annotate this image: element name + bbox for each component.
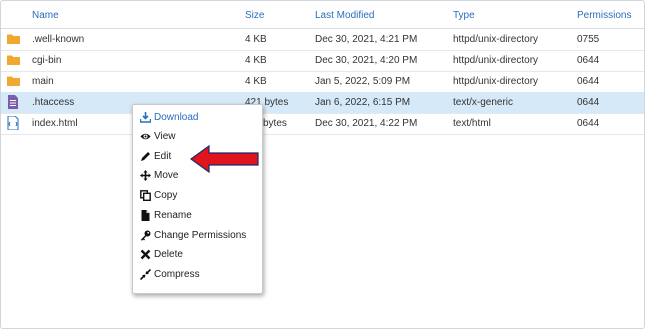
file-permissions: 0755 — [577, 34, 600, 45]
context-menu: Download View Edit Move Copy Rename Chan… — [132, 104, 263, 294]
file-row-main[interactable]: main 4 KB Jan 5, 2022, 5:09 PM httpd/uni… — [1, 71, 644, 93]
file-size: 4 KB — [245, 34, 267, 45]
file-name: main — [32, 76, 54, 87]
menu-item-move[interactable]: Move — [140, 167, 178, 183]
menu-item-download[interactable]: Download — [140, 109, 198, 125]
file-name: .htaccess — [32, 97, 75, 108]
file-row-cgi-bin[interactable]: cgi-bin 4 KB Dec 30, 2021, 4:20 PM httpd… — [1, 50, 644, 72]
red-arrow-annotation — [190, 145, 259, 173]
html-file-icon — [7, 115, 20, 131]
file-modified: Jan 5, 2022, 5:09 PM — [315, 76, 411, 87]
file-modified: Dec 30, 2021, 4:21 PM — [315, 34, 418, 45]
file-type: text/x-generic — [453, 97, 514, 108]
file-modified: Dec 30, 2021, 4:20 PM — [315, 55, 418, 66]
menu-item-label: Rename — [154, 209, 192, 221]
file-type: httpd/unix-directory — [453, 76, 539, 87]
menu-item-label: Move — [154, 169, 179, 181]
column-header-type[interactable]: Type — [453, 10, 475, 21]
menu-item-label: Copy — [154, 189, 178, 201]
folder-icon — [7, 32, 20, 46]
copy-icon — [140, 189, 151, 201]
column-header-name[interactable]: Name — [32, 10, 59, 21]
compress-icon — [140, 268, 151, 280]
file-permissions: 0644 — [577, 76, 600, 87]
column-header-last-modified[interactable]: Last Modified — [315, 10, 374, 21]
file-size: 4 KB — [245, 76, 267, 87]
file-icon — [140, 209, 151, 221]
file-name: cgi-bin — [32, 55, 62, 66]
key-icon — [140, 230, 151, 241]
menu-item-edit[interactable]: Edit — [140, 148, 171, 164]
menu-item-label: Compress — [154, 268, 200, 280]
file-size: bytes — [263, 118, 287, 129]
pencil-icon — [140, 151, 151, 162]
file-row-well-known[interactable]: .well-known 4 KB Dec 30, 2021, 4:21 PM h… — [1, 29, 644, 51]
menu-item-label: Edit — [154, 150, 172, 162]
download-icon — [140, 111, 151, 123]
column-header-permissions[interactable]: Permissions — [577, 10, 631, 21]
file-row-htaccess[interactable]: .htaccess 421 bytes Jan 6, 2022, 6:15 PM… — [1, 92, 644, 114]
menu-item-change-permissions[interactable]: Change Permissions — [140, 227, 246, 243]
file-size: 4 KB — [245, 55, 267, 66]
menu-item-compress[interactable]: Compress — [140, 266, 200, 282]
eye-icon — [140, 131, 151, 142]
file-name: .well-known — [32, 34, 85, 45]
file-name: index.html — [32, 118, 78, 129]
folder-icon — [7, 74, 20, 88]
menu-item-view[interactable]: View — [140, 128, 176, 144]
menu-item-delete[interactable]: Delete — [140, 246, 183, 262]
file-manager-panel: Name Size Last Modified Type Permissions… — [0, 0, 645, 329]
menu-item-label: Download — [154, 111, 199, 123]
menu-item-copy[interactable]: Copy — [140, 187, 177, 203]
menu-item-label: Change Permissions — [154, 229, 247, 241]
menu-item-rename[interactable]: Rename — [140, 207, 192, 223]
file-row-index-html[interactable]: index.html bytes Dec 30, 2021, 4:22 PM t… — [1, 113, 644, 135]
file-type: text/html — [453, 118, 491, 129]
file-modified: Dec 30, 2021, 4:22 PM — [315, 118, 418, 129]
file-permissions: 0644 — [577, 55, 600, 66]
file-permissions: 0644 — [577, 97, 600, 108]
menu-item-label: Delete — [154, 248, 183, 260]
file-permissions: 0644 — [577, 118, 600, 129]
file-modified: Jan 6, 2022, 6:15 PM — [315, 97, 411, 108]
file-table-header: Name Size Last Modified Type Permissions — [1, 1, 644, 29]
folder-icon — [7, 53, 20, 67]
text-file-icon — [7, 95, 20, 109]
x-icon — [140, 249, 151, 260]
file-type: httpd/unix-directory — [453, 55, 539, 66]
menu-item-label: View — [154, 130, 176, 142]
file-type: httpd/unix-directory — [453, 34, 539, 45]
move-icon — [140, 169, 151, 181]
column-header-size[interactable]: Size — [245, 10, 264, 21]
